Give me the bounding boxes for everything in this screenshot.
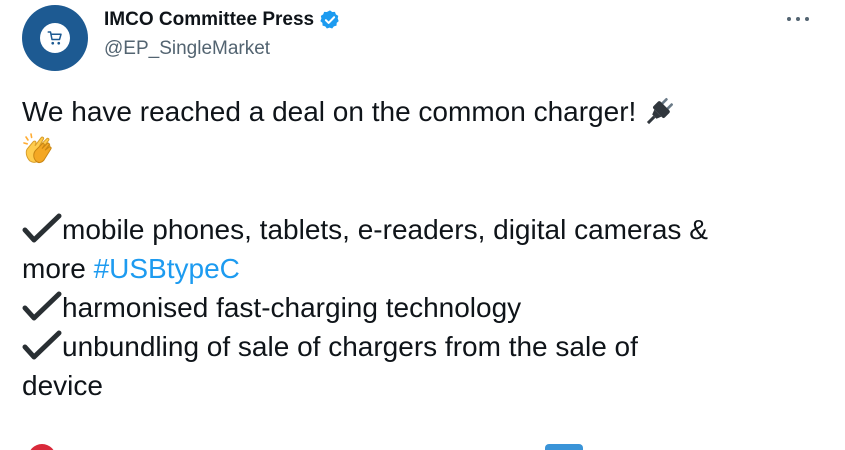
attached-media-icon xyxy=(545,444,583,450)
tweet-headline: We have reached a deal on the common cha… xyxy=(22,96,637,127)
dot xyxy=(796,17,800,21)
avatar[interactable] xyxy=(22,5,88,71)
electric-plug-icon xyxy=(642,93,678,129)
dot xyxy=(787,17,791,21)
dot xyxy=(805,17,809,21)
author-name-row: IMCO Committee Press xyxy=(104,9,341,31)
author-handle[interactable]: @EP_SingleMarket xyxy=(104,38,270,60)
tweet-line-clap xyxy=(22,131,822,171)
list-item-text: harmonised fast-charging technology xyxy=(62,292,522,323)
tweet-card: IMCO Committee Press @EP_SingleMarket We… xyxy=(0,0,845,450)
tweet-line-1: We have reached a deal on the common cha… xyxy=(22,92,822,131)
check-mark-icon xyxy=(22,291,62,321)
list-item-continuation: more #USBtypeC xyxy=(22,249,822,288)
display-name[interactable]: IMCO Committee Press xyxy=(104,9,314,31)
list-item: mobile phones, tablets, e-readers, digit… xyxy=(22,210,822,249)
list-item-text: more xyxy=(22,253,94,284)
list-item-text: unbundling of sale of chargers from the … xyxy=(62,331,638,362)
attached-media-icon xyxy=(28,444,56,450)
verified-badge-icon xyxy=(319,9,341,31)
list-item-text: mobile phones, tablets, e-readers, digit… xyxy=(62,214,708,245)
check-mark-icon xyxy=(22,330,62,360)
more-options-icon[interactable] xyxy=(787,13,809,25)
clapping-hands-icon xyxy=(22,131,58,167)
list-item-continuation: device xyxy=(22,366,822,405)
tweet-text: We have reached a deal on the common cha… xyxy=(22,92,822,405)
shopping-cart-icon xyxy=(40,23,70,53)
list-item: unbundling of sale of chargers from the … xyxy=(22,327,822,366)
list-item-text: device xyxy=(22,370,103,401)
list-item: harmonised fast-charging technology xyxy=(22,288,822,327)
hashtag-link[interactable]: #USBtypeC xyxy=(94,253,240,284)
check-mark-icon xyxy=(22,213,62,243)
